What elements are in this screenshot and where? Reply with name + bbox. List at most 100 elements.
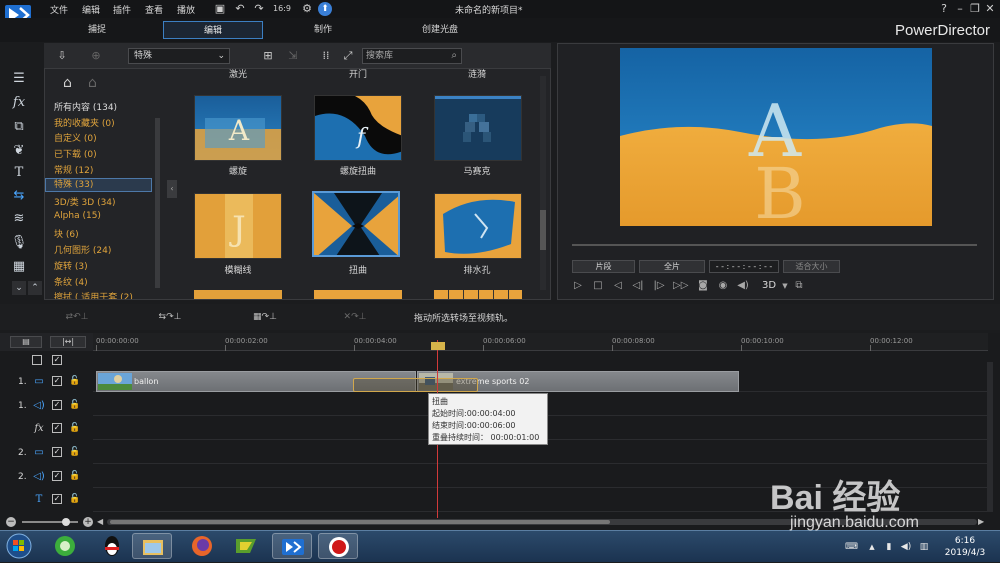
taskbar-app-explorer[interactable] (132, 533, 172, 559)
prefix-transition-icon[interactable]: ⇆↷⊥ (150, 310, 190, 324)
lock-icon[interactable]: 🔓 (69, 400, 80, 410)
track-enable-checkbox[interactable]: ✓ (52, 423, 62, 433)
scroll-right-icon[interactable]: ▶ (978, 517, 984, 526)
grid-scroll-thumb[interactable] (540, 210, 546, 250)
chapter-room-icon[interactable]: ▦ (8, 256, 30, 278)
track-enable-checkbox[interactable]: ✓ (52, 471, 62, 481)
taskbar-app-firefox[interactable] (182, 533, 222, 559)
clip-mode-button[interactable]: 片段 (572, 260, 635, 273)
minimize-icon[interactable]: – (953, 2, 967, 16)
fast-forward-icon[interactable]: ▷▷ (673, 279, 688, 293)
category-item[interactable]: 几何图形 (24) (54, 243, 111, 256)
menu-play[interactable]: 播放 (177, 3, 195, 16)
close-icon[interactable]: ✕ (983, 2, 997, 16)
playhead-handle[interactable] (431, 342, 445, 350)
zoom-out-icon[interactable]: − (6, 517, 16, 527)
upgrade-icon[interactable]: ⬆ (318, 2, 332, 16)
timecode-field[interactable]: - - : - - : - - : - - (709, 260, 779, 273)
import-icon[interactable]: ⇩ (54, 48, 70, 64)
apply-to-all-icon[interactable]: ⇄↶⊥ (57, 310, 97, 324)
redo-icon[interactable]: ↷ (252, 2, 266, 16)
select-all-tracks-checkbox[interactable] (32, 355, 42, 365)
timeline-scroll-thumb[interactable] (110, 520, 610, 524)
grid-view-icon[interactable]: ⁞⁞ (318, 48, 334, 64)
category-item-selected[interactable]: 特殊 (33) (45, 178, 152, 192)
transition-block[interactable] (353, 378, 478, 392)
transition-room-icon[interactable]: ⇆ (8, 185, 30, 207)
track-enable-checkbox[interactable]: ✓ (52, 376, 62, 386)
save-icon[interactable]: ▣ (213, 2, 227, 16)
tab-produce[interactable]: 制作 (273, 21, 373, 39)
chevron-down-icon[interactable]: ▼ (778, 279, 792, 293)
menu-plugins[interactable]: 插件 (113, 3, 131, 16)
snapshot-icon[interactable]: ◙ (696, 279, 710, 293)
category-item[interactable]: 块 (6) (54, 227, 79, 240)
search-icon[interactable]: ⌕ (451, 49, 457, 63)
category-item[interactable]: 自定义 (0) (54, 131, 97, 144)
3d-mode-button[interactable]: 3D (758, 279, 780, 293)
zoom-in-icon[interactable]: + (83, 517, 93, 527)
undo-icon[interactable]: ↶ (233, 2, 247, 16)
lock-icon[interactable]: 🔓 (69, 423, 80, 433)
taskbar-app-qq[interactable] (92, 533, 132, 559)
category-item[interactable]: 旋转 (3) (54, 259, 88, 272)
pip-room-icon[interactable]: ⧉ (8, 116, 30, 138)
fit-size-select[interactable]: 适合大小 (783, 260, 840, 273)
step-back-icon[interactable]: ◁| (631, 279, 645, 293)
tray-expand-icon[interactable]: ▲ (866, 541, 878, 553)
restore-icon[interactable]: ❐ (968, 2, 982, 16)
movie-mode-button[interactable]: 全片 (639, 260, 705, 273)
track-enable-checkbox[interactable]: ✓ (52, 447, 62, 457)
battery-icon[interactable]: ▮ (883, 541, 895, 553)
lock-icon[interactable]: 🔓 (69, 376, 80, 386)
category-item[interactable]: Alpha (15) (54, 211, 101, 221)
zoom-slider-handle[interactable] (62, 518, 70, 526)
step-forward-icon[interactable]: |▷ (652, 279, 666, 293)
cross-transition-icon[interactable]: ✕↷⊥ (335, 310, 375, 324)
speaker-icon[interactable]: ◀) (736, 279, 750, 293)
keyboard-icon[interactable]: ⌨ (845, 541, 858, 553)
scroll-left-icon[interactable]: ◀ (97, 517, 103, 526)
category-item[interactable]: 条纹 (4) (54, 275, 88, 288)
taskbar-app-recorder[interactable] (318, 533, 358, 559)
transition-thumbnail[interactable] (194, 290, 282, 299)
media-room-icon[interactable]: ☰ (8, 68, 30, 90)
category-item[interactable]: 擦拭 ( 适用于套 (2) (54, 290, 133, 299)
category-item[interactable]: 常规 (12) (54, 163, 93, 176)
expand-icon[interactable]: ⤢ (340, 48, 356, 64)
category-scrollbar[interactable] (155, 118, 160, 288)
voice-over-icon[interactable]: 🎙 (8, 232, 30, 254)
tab-edit[interactable]: 编辑 (163, 21, 263, 39)
transition-thumbnail[interactable] (434, 193, 522, 259)
menu-view[interactable]: 查看 (145, 3, 163, 16)
menu-file[interactable]: 文件 (50, 3, 68, 16)
transition-thumbnail[interactable] (314, 290, 402, 299)
network-icon[interactable]: ▥ (918, 541, 930, 553)
transition-thumbnail[interactable] (434, 95, 522, 161)
particle-room-icon[interactable]: ❦ (8, 140, 30, 162)
transition-thumbnail-selected[interactable] (312, 191, 400, 257)
category-item[interactable]: 我的收藏夹 (0) (54, 116, 115, 129)
transition-thumbnail[interactable] (434, 290, 522, 299)
fx-room-icon[interactable]: fx (8, 92, 30, 114)
chevron-down-icon[interactable]: ⌄ (12, 281, 26, 295)
taskbar-app-360[interactable] (45, 533, 85, 559)
postfix-transition-icon[interactable]: ▦↷⊥ (245, 310, 285, 324)
taskbar-app-powerdirector[interactable] (272, 533, 312, 559)
category-select[interactable]: 特殊 ⌄ (128, 48, 230, 64)
enable-all-checkbox[interactable]: ✓ (52, 355, 62, 365)
fit-timeline-icon[interactable]: |↔| (50, 336, 86, 348)
tab-create-disc[interactable]: 创建光盘 (390, 21, 490, 39)
add-to-timeline-icon[interactable]: ⇲ (285, 48, 301, 64)
category-item[interactable]: 所有内容 (134) (54, 100, 117, 113)
undock-icon[interactable]: ⧉ (792, 279, 806, 293)
search-input[interactable]: 搜索库 ⌕ (362, 48, 462, 64)
track-enable-checkbox[interactable]: ✓ (52, 494, 62, 504)
audio-mixing-icon[interactable]: ≋ (8, 208, 30, 230)
system-clock[interactable]: 6:16 2019/4/3 (940, 535, 990, 559)
play-icon[interactable]: ▷ (571, 279, 585, 293)
add-file-icon[interactable]: ⊞ (260, 48, 276, 64)
menu-edit[interactable]: 编辑 (82, 3, 100, 16)
transition-thumbnail[interactable]: f (314, 95, 402, 161)
lock-icon[interactable]: 🔓 (69, 447, 80, 457)
